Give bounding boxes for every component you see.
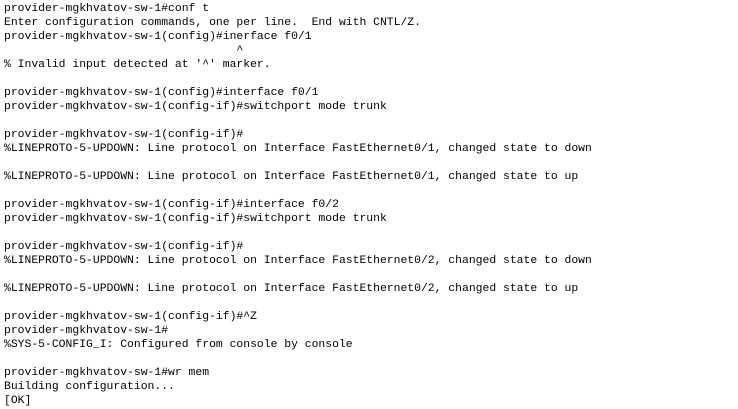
console-line: Building configuration... (4, 381, 175, 393)
console-line: provider-mgkhvatov-sw-1(config-if)# (4, 241, 244, 253)
console-line: provider-mgkhvatov-sw-1#wr mem (4, 367, 210, 379)
log-message-line: %LINEPROTO-5-UPDOWN: Line protocol on In… (4, 171, 579, 183)
console-line: provider-mgkhvatov-sw-1(config)#inerface… (4, 31, 312, 43)
console-line: provider-mgkhvatov-sw-1(config-if)#switc… (4, 101, 387, 113)
error-caret-line: ^ (4, 45, 244, 57)
console-line: provider-mgkhvatov-sw-1#conf t (4, 3, 210, 15)
log-message-line: %LINEPROTO-5-UPDOWN: Line protocol on In… (4, 143, 592, 155)
error-message-line: % Invalid input detected at '^' marker. (4, 59, 271, 71)
log-message-line: %LINEPROTO-5-UPDOWN: Line protocol on In… (4, 255, 592, 267)
console-output[interactable]: provider-mgkhvatov-sw-1#conf t Enter con… (4, 2, 734, 407)
log-message-line: %SYS-5-CONFIG_I: Configured from console… (4, 339, 353, 351)
log-message-line: %LINEPROTO-5-UPDOWN: Line protocol on In… (4, 283, 579, 295)
console-line: provider-mgkhvatov-sw-1# (4, 325, 169, 337)
console-line: provider-mgkhvatov-sw-1(config-if)#inter… (4, 199, 339, 211)
console-line: provider-mgkhvatov-sw-1(config)#interfac… (4, 87, 319, 99)
console-line: provider-mgkhvatov-sw-1(config-if)# (4, 129, 244, 141)
console-line: [OK] (4, 395, 32, 407)
console-line: Enter configuration commands, one per li… (4, 17, 421, 29)
console-line: provider-mgkhvatov-sw-1(config-if)#switc… (4, 213, 387, 225)
console-line: provider-mgkhvatov-sw-1(config-if)#^Z (4, 311, 257, 323)
